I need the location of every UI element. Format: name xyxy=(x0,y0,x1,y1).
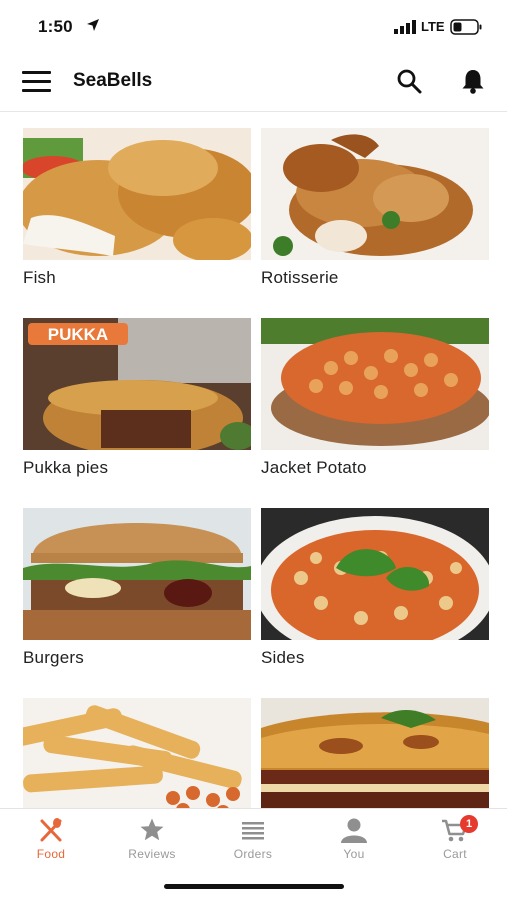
tab-label: Cart xyxy=(443,847,467,861)
list-icon xyxy=(242,822,264,840)
home-indicator[interactable] xyxy=(164,884,344,889)
person-icon xyxy=(341,818,367,843)
star-icon xyxy=(140,818,164,841)
fish-image xyxy=(23,128,251,260)
pukka-brand-logo: PUKKA xyxy=(48,325,108,344)
category-card-fries[interactable] xyxy=(23,698,251,808)
bottom-tab-bar: Food Reviews Orders You 1 Cart xyxy=(0,808,507,870)
category-card-rotisserie[interactable]: Rotisserie xyxy=(261,128,489,288)
tab-label: Food xyxy=(36,847,66,861)
category-label: Burgers xyxy=(23,648,84,667)
sides-soup-image xyxy=(261,508,489,640)
tab-orders[interactable]: Orders xyxy=(208,817,298,867)
lasagne-image xyxy=(261,698,489,808)
app-header: SeaBells xyxy=(0,52,507,112)
battery-icon xyxy=(450,19,482,35)
app-title: SeaBells xyxy=(73,70,153,91)
tab-label: Reviews xyxy=(128,847,176,861)
rotisserie-chicken-image xyxy=(261,128,489,260)
category-card-fish[interactable]: Fish xyxy=(23,128,251,288)
tab-label: You xyxy=(343,847,365,861)
category-label: Pukka pies xyxy=(23,458,109,477)
category-label: Rotisserie xyxy=(261,268,339,287)
category-card-jacket-potato[interactable]: Jacket Potato xyxy=(261,318,489,478)
pukka-pie-image: PUKKA xyxy=(23,318,251,450)
category-card-lasagne[interactable] xyxy=(261,698,489,808)
status-bar: 1:50 LTE xyxy=(0,0,507,52)
fries-image xyxy=(23,698,251,808)
tab-you[interactable]: You xyxy=(309,817,399,867)
category-grid: Fish Rotisserie PUKKA Pukka pies Jacket … xyxy=(23,128,489,808)
tab-label: Orders xyxy=(233,847,273,861)
status-time: 1:50 xyxy=(38,17,73,36)
jacket-potato-image xyxy=(261,318,489,450)
network-type: LTE xyxy=(421,19,445,34)
hamburger-menu-icon[interactable] xyxy=(22,71,51,93)
signal-bars-icon xyxy=(394,20,416,34)
category-card-pukka-pies[interactable]: PUKKA Pukka pies xyxy=(23,318,251,478)
location-arrow-icon xyxy=(87,19,99,31)
search-icon[interactable] xyxy=(396,68,422,94)
fork-knife-icon xyxy=(40,818,62,842)
category-card-sides[interactable]: Sides xyxy=(261,508,489,668)
tab-reviews[interactable]: Reviews xyxy=(107,817,197,867)
notification-bell-icon[interactable] xyxy=(459,67,487,95)
category-card-burgers[interactable]: Burgers xyxy=(23,508,251,668)
category-label: Sides xyxy=(261,648,305,667)
burger-image xyxy=(23,508,251,640)
category-label: Jacket Potato xyxy=(261,458,367,477)
app-screen: 1:50 LTE SeaBells Fish Rotisserie PUKKA … xyxy=(0,0,507,900)
category-label: Fish xyxy=(23,268,56,287)
cart-count-badge: 1 xyxy=(460,815,478,833)
tab-food[interactable]: Food xyxy=(6,817,96,867)
tab-cart[interactable]: 1 Cart xyxy=(410,815,500,867)
